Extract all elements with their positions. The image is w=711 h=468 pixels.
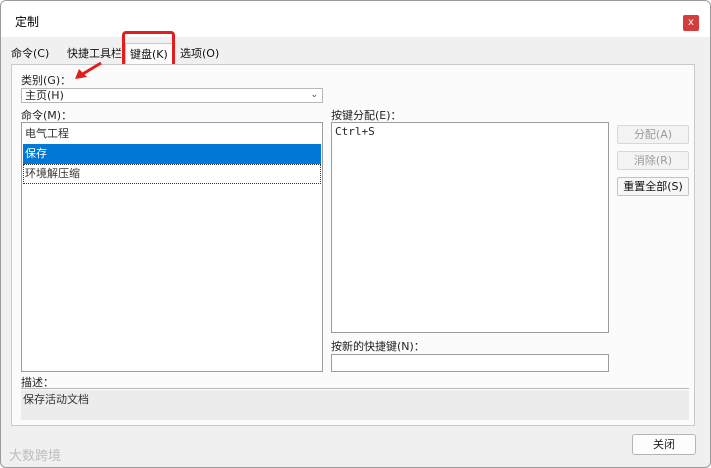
tab-commands[interactable]: 命令(C)	[11, 43, 49, 65]
new-shortcut-label: 按新的快捷键(N)：	[331, 340, 425, 353]
commands-list[interactable]: 电气工程 保存 环境解压缩	[21, 122, 323, 372]
category-value: 主页(H)	[25, 89, 64, 102]
assignments-label: 按键分配(E)：	[331, 109, 402, 122]
chevron-down-icon: ⌄	[310, 90, 318, 100]
close-button[interactable]: 关闭	[632, 434, 696, 455]
tab-options[interactable]: 选项(O)	[180, 43, 219, 65]
pointer-arrow-icon	[75, 61, 102, 79]
watermark: 大数跨境	[9, 449, 62, 464]
assign-button[interactable]: 分配(A)	[617, 125, 689, 144]
dialog-title: 定制	[15, 15, 40, 29]
description-divider	[21, 388, 689, 389]
reset-all-button[interactable]: 重置全部(S)	[617, 177, 689, 196]
list-item[interactable]: 保存	[23, 144, 321, 164]
customize-dialog: 定制 x 命令(C) 快捷工具栏 键盘(K) 选项(O) 类别(G)： 主页(H…	[0, 0, 711, 468]
current-keys-list[interactable]: Ctrl+S	[331, 122, 609, 333]
list-item[interactable]: 环境解压缩	[23, 164, 321, 184]
commands-label: 命令(M)：	[21, 109, 73, 122]
new-shortcut-input[interactable]	[331, 354, 609, 372]
list-item[interactable]: 电气工程	[23, 124, 321, 144]
description-text: 保存活动文档	[21, 390, 689, 420]
close-icon[interactable]: x	[683, 15, 699, 31]
category-select[interactable]: 主页(H) ⌄	[21, 88, 323, 103]
category-label: 类别(G)：	[21, 74, 72, 87]
remove-button[interactable]: 消除(R)	[617, 151, 689, 170]
title-bar: 定制 x	[1, 1, 710, 37]
key-item[interactable]: Ctrl+S	[335, 125, 605, 138]
